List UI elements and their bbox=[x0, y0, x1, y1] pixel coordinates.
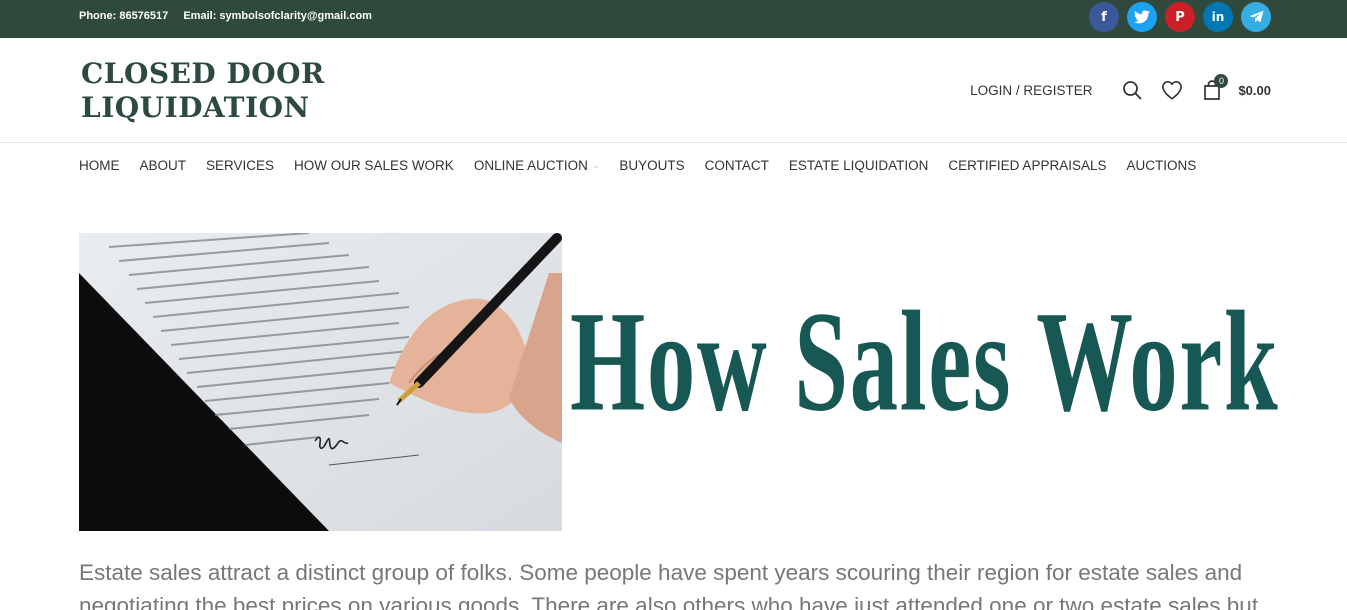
site-logo[interactable]: CLOSED DOOR LIQUIDATION bbox=[81, 57, 325, 125]
hero-title: How Sales Work bbox=[570, 281, 1280, 442]
nav-auctions[interactable]: AUCTIONS bbox=[1126, 158, 1196, 173]
nav-estate-liquidation[interactable]: ESTATE LIQUIDATION bbox=[789, 158, 929, 173]
cart-total[interactable]: $0.00 bbox=[1238, 83, 1271, 98]
pinterest-icon[interactable]: P bbox=[1165, 2, 1195, 32]
chevron-down-icon: ⌄ bbox=[591, 160, 600, 170]
logo-line-1: CLOSED DOOR bbox=[81, 57, 325, 90]
nav-online-auction-label: ONLINE AUCTION bbox=[473, 158, 588, 173]
nav-about[interactable]: ABOUT bbox=[140, 158, 187, 173]
nav-online-auction[interactable]: ONLINE AUCTION ⌄ bbox=[474, 158, 600, 173]
twitter-icon[interactable] bbox=[1127, 2, 1157, 32]
header-actions: LOGIN / REGISTER 0 $0.00 bbox=[970, 74, 1271, 102]
nav-certified-appraisals[interactable]: CERTIFIED APPRAISALS bbox=[948, 158, 1106, 173]
telegram-icon[interactable] bbox=[1241, 2, 1271, 32]
hero-signing-image bbox=[79, 233, 562, 531]
top-bar: Phone: 86576517 Email: symbolsofclarity@… bbox=[0, 0, 1347, 38]
facebook-icon[interactable]: f bbox=[1089, 2, 1119, 32]
nav-home[interactable]: HOME bbox=[79, 158, 120, 173]
contact-info: Phone: 86576517 Email: symbolsofclarity@… bbox=[79, 10, 384, 22]
cart-icon[interactable]: 0 bbox=[1201, 74, 1229, 101]
nav-buyouts[interactable]: BUYOUTS bbox=[619, 158, 684, 173]
social-links: f P in bbox=[1089, 2, 1271, 32]
login-register-link[interactable]: LOGIN / REGISTER bbox=[970, 83, 1092, 98]
email-text[interactable]: Email: symbolsofclarity@gmail.com bbox=[183, 10, 372, 22]
logo-line-2: LIQUIDATION bbox=[81, 91, 310, 124]
search-icon[interactable] bbox=[1121, 79, 1143, 101]
linkedin-icon[interactable]: in bbox=[1203, 2, 1233, 32]
intro-paragraph: Estate sales attract a distinct group of… bbox=[79, 560, 1259, 610]
phone-text: Phone: 86576517 bbox=[79, 10, 169, 22]
main-nav: HOME ABOUT SERVICES HOW OUR SALES WORK O… bbox=[79, 158, 1196, 173]
site-header: CLOSED DOOR LIQUIDATION LOGIN / REGISTER… bbox=[0, 38, 1347, 143]
nav-how-our-sales-work[interactable]: HOW OUR SALES WORK bbox=[294, 158, 454, 173]
nav-services[interactable]: SERVICES bbox=[206, 158, 274, 173]
nav-contact[interactable]: CONTACT bbox=[705, 158, 769, 173]
wishlist-heart-icon[interactable] bbox=[1161, 79, 1183, 101]
cart-count-badge: 0 bbox=[1214, 74, 1229, 88]
